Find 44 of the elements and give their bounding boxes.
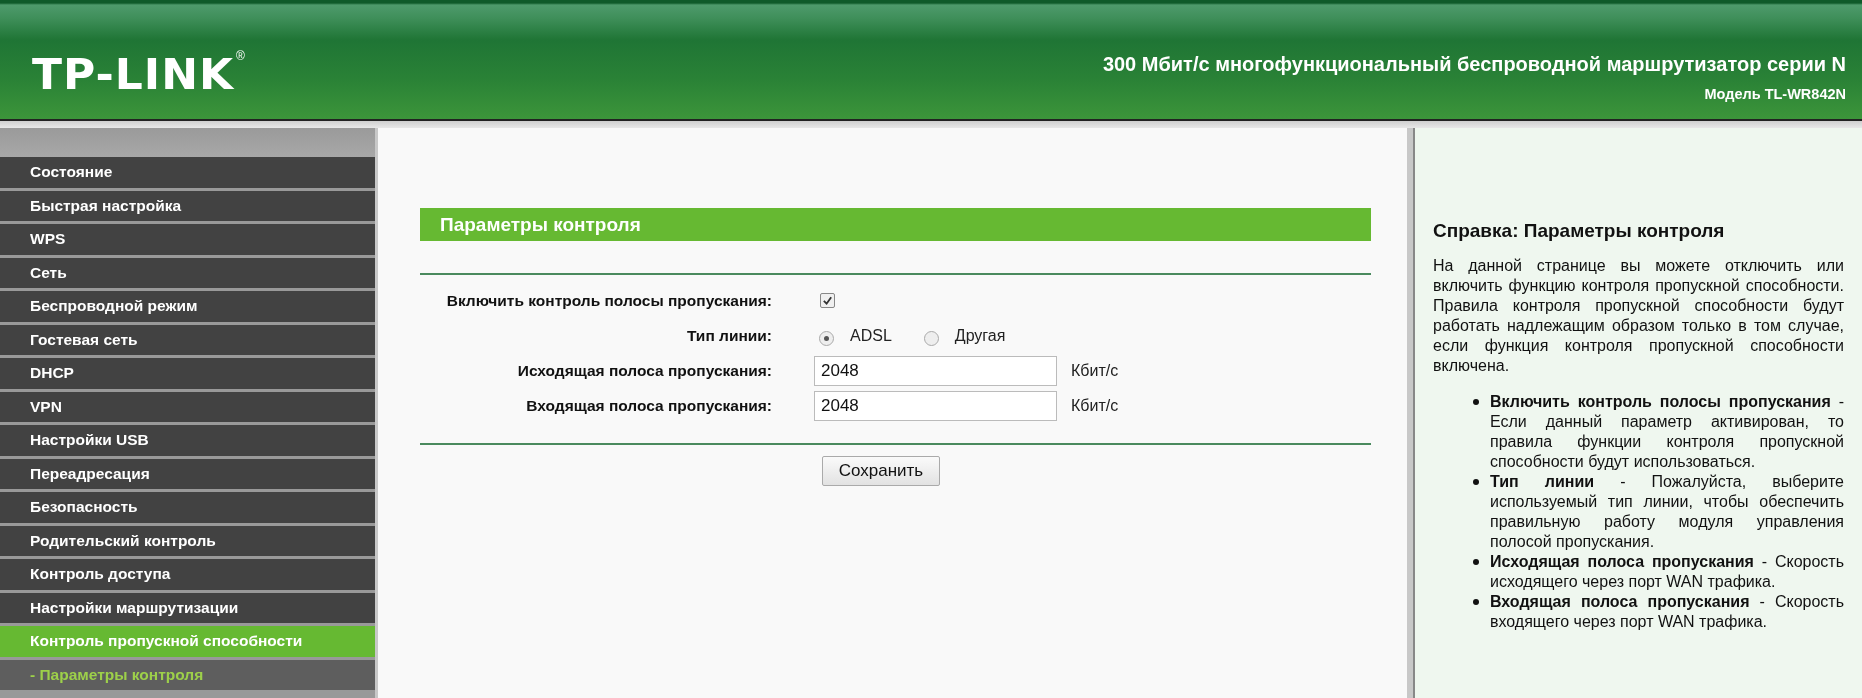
product-title: 300 Мбит/с многофункциональный беспроводной маршрутизатор серии N (1102, 53, 1846, 76)
bullet-icon (1473, 559, 1479, 565)
menu-item[interactable]: VPN (0, 391, 375, 422)
field-label: Включить контроль полосы пропускания: (445, 291, 772, 310)
menu-item[interactable]: Гостевая сеть (0, 324, 375, 355)
menu-item[interactable]: Состояние (0, 157, 375, 188)
menu-item[interactable]: Беспроводной режим (0, 291, 375, 322)
menu-item[interactable]: Безопасность (0, 492, 375, 523)
radio-button[interactable] (923, 331, 939, 346)
radio-label: Другая (954, 326, 1006, 345)
help-item: Исходящая полоса пропускания - Скорость исходящего через порт WAN трафика. (1490, 552, 1844, 592)
section-title: Параметры контроля (420, 208, 1371, 241)
unit-label: Кбит/с (1071, 361, 1119, 380)
menu-item[interactable]: Настройки USB (0, 425, 375, 456)
help-title: Справка: Параметры контроля (1433, 220, 1726, 242)
unit-label: Кбит/с (1071, 396, 1119, 415)
menu-item[interactable]: Настройки маршрутизации (0, 592, 375, 623)
menu-item[interactable]: Быстрая настройка (0, 190, 375, 221)
input-field[interactable]: 2048 (814, 355, 1057, 386)
bullet-icon (1473, 479, 1479, 485)
menu-item[interactable]: Родительский контроль (0, 525, 375, 556)
checkbox[interactable] (820, 293, 835, 308)
help-item: Включить контроль полосы пропускания - Если данный параметр активирован, то правила функции контроля пропускной способности будут использоваться. (1490, 392, 1844, 472)
menu-item[interactable]: DHCP (0, 358, 375, 389)
help-paragraph: На данной странице вы можете отключить или включить функцию контроля пропускной способности. Правила контроля пропускной способности будут работать надлежащим образом только в том случае, если функция контроля пропускной способности включена. (1433, 256, 1844, 376)
menu-item[interactable]: Сеть (0, 257, 375, 288)
bullet-icon (1473, 599, 1479, 605)
radio-button[interactable] (819, 331, 834, 346)
field-label: Входящая полоса пропускания: (525, 396, 772, 415)
help-item: Тип линии - Пожалуйста, выберите используемый тип линии, чтобы обеспечить правильную работу модуля управления полосой пропускания. (1490, 472, 1844, 552)
submenu-item[interactable]: - Параметры контроля (0, 659, 375, 690)
field-label: Тип линии: (685, 326, 772, 345)
menu-item[interactable]: WPS (0, 224, 375, 255)
radio-label: ADSL (850, 326, 892, 345)
input-field[interactable]: 2048 (814, 390, 1057, 421)
model-label: Модель TL-WR842N (1703, 86, 1846, 102)
brand-logo: TP-LINK (32, 50, 235, 99)
field-label: Исходящая полоса пропускания: (516, 361, 772, 380)
menu-item[interactable]: Контроль доступа (0, 559, 375, 590)
menu-item[interactable]: Переадресация (0, 458, 375, 489)
registered-mark: ® (236, 49, 245, 63)
help-item: Входящая полоса пропускания - Скорость входящего через порт WAN трафика. (1490, 592, 1844, 632)
save-button[interactable]: Сохранить (822, 456, 940, 486)
bullet-icon (1473, 399, 1479, 405)
